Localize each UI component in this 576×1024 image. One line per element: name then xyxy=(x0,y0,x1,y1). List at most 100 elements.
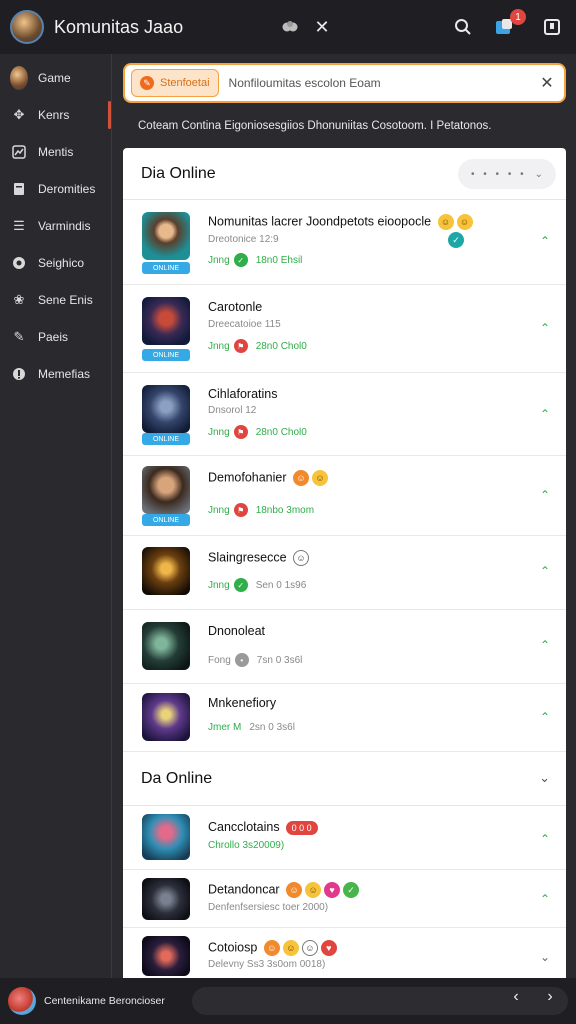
document-icon xyxy=(10,180,28,198)
chart-icon xyxy=(10,143,28,161)
member-row[interactable]: Detandoncar ☺ ☺ ♥ ✓ Denfenfsersiesc toer 20… xyxy=(123,870,566,928)
sidebar-item-label: Seighico xyxy=(38,256,85,270)
status-pill: 0 0 0 xyxy=(285,820,318,835)
bottom-bar: Centenikame Beroncioser ‹ › xyxy=(0,978,576,1024)
member-row[interactable]: Cancclotains 0 0 0 Chrollo 3s20009) ⌃ xyxy=(123,806,566,870)
expand-icon[interactable]: ⌃ xyxy=(540,892,550,906)
member-name: Demofohanier ☺ ☺ xyxy=(208,470,328,486)
sidebar: Game ✥ Kenrs Mentis Deromities ☰ Varmind… xyxy=(0,54,112,978)
laugh-emoji-icon: ☺ xyxy=(456,214,473,230)
fire-emoji-icon: ☺ xyxy=(263,940,280,956)
sidebar-item-game[interactable]: Game xyxy=(0,60,111,96)
member-name: Mnkenefiory xyxy=(208,696,277,710)
online-tag: ONLINE xyxy=(142,262,190,274)
section-title: Dia Online xyxy=(141,164,216,182)
member-status: Fong • 7sn 0 3s6l xyxy=(208,653,303,667)
chevron-right-icon[interactable]: › xyxy=(538,988,562,1006)
app-avatar[interactable] xyxy=(10,10,44,44)
leaf-emoji-icon: ✓ xyxy=(343,882,360,898)
status-check-icon: ✓ xyxy=(233,253,248,267)
sidebar-item-paeis[interactable]: ✎ Paeis xyxy=(0,319,111,355)
game-controller-icon[interactable] xyxy=(278,15,302,39)
sidebar-item-kenrs[interactable]: ✥ Kenrs xyxy=(0,97,111,133)
member-status: Jnng ⚑ 28n0 Chol0 xyxy=(208,339,307,353)
pin-icon: ✎ xyxy=(13,329,25,344)
filter-dropdown[interactable]: • • • • • ⌄ xyxy=(458,159,556,189)
fire-emoji-icon: ☺ xyxy=(293,470,309,486)
sidebar-item-varmindis[interactable]: ☰ Varmindis xyxy=(0,208,111,244)
member-avatar xyxy=(142,297,190,345)
sidebar-item-label: Deromities xyxy=(38,182,96,196)
member-row[interactable]: Slaingresecce ☺ Jnng ✓ Sen 0 1s96 ⌃ xyxy=(123,536,566,610)
status-alert-icon: ⚑ xyxy=(233,425,248,439)
member-name: Carotonle xyxy=(208,300,263,314)
member-row[interactable]: Dnonoleat Fong • 7sn 0 3s6l ⌃ xyxy=(123,610,566,684)
sidebar-item-memefias[interactable]: Memefias xyxy=(0,356,111,392)
window-icon[interactable] xyxy=(540,15,564,39)
chevron-down-icon[interactable]: ⌄ xyxy=(540,950,550,964)
member-avatar xyxy=(142,212,190,260)
status-check-icon: ✓ xyxy=(233,578,248,592)
member-subtitle: Dreotonice 12:9 xyxy=(208,234,279,245)
controller-icon: ✥ xyxy=(13,107,25,122)
expand-icon[interactable]: ⌃ xyxy=(540,832,550,846)
sidebar-item-seighico[interactable]: Seighico xyxy=(0,245,111,281)
member-subtitle: Chrollo 3s20009) xyxy=(208,840,285,851)
sidebar-item-label: Memefias xyxy=(38,367,91,381)
sidebar-item-deromities[interactable]: Deromities xyxy=(0,171,111,207)
member-avatar xyxy=(142,814,190,860)
member-name: Slaingresecce ☺ xyxy=(208,550,309,566)
section-header-da-online[interactable]: Da Online ⌄ xyxy=(123,752,566,806)
member-row[interactable]: ONLINE Demofohanier ☺ ☺ Jnng ⚑ 18nbo 3mom … xyxy=(123,456,566,536)
member-avatar xyxy=(142,466,190,514)
section-title: Da Online xyxy=(141,769,213,787)
clear-search-icon[interactable]: ✕ xyxy=(536,73,558,93)
user-avatar[interactable] xyxy=(8,987,36,1015)
chevron-down-icon[interactable]: ⌄ xyxy=(539,770,550,786)
member-row[interactable]: Mnkenefiory Jmer M 2sn 0 3s6l ⌃ xyxy=(123,684,566,752)
sidebar-item-label: Sene Enis xyxy=(38,293,93,307)
member-row[interactable]: ONLINE Nomunitas lacrer Joondpetots eioo… xyxy=(123,200,566,285)
search-icon[interactable] xyxy=(451,15,475,39)
section-header-online: Dia Online • • • • • ⌄ xyxy=(123,148,566,200)
member-subtitle: Denfenfsersiesc toer 2000) xyxy=(208,902,329,913)
chip-icon: ✎ xyxy=(140,76,154,90)
search-input[interactable] xyxy=(228,76,536,90)
member-avatar xyxy=(142,693,190,741)
sidebar-item-label: Paeis xyxy=(38,330,69,344)
member-name: Cihlaforatins xyxy=(208,387,278,401)
member-avatar xyxy=(142,622,190,670)
member-status: Jnng ⚑ 28n0 Chol0 xyxy=(208,425,307,439)
chevron-down-icon: ⌄ xyxy=(534,168,543,180)
sidebar-item-label: Game xyxy=(38,71,71,85)
avatar xyxy=(10,66,28,90)
close-icon[interactable]: ✕ xyxy=(310,15,334,39)
expand-icon[interactable]: ⌃ xyxy=(540,407,550,421)
expand-icon[interactable]: ⌃ xyxy=(540,710,550,724)
member-name: Cotoiosp ☺ ☺ ☺ ♥ xyxy=(208,940,337,956)
heart-emoji-icon: ♥ xyxy=(324,882,341,898)
people-icon: ❀ xyxy=(13,292,25,307)
member-row[interactable]: Cotoiosp ☺ ☺ ☺ ♥ Delevny Ss3 3s0om 0018) ⌄ xyxy=(123,928,566,978)
member-status: Jnng ✓ 18n0 Ehsil xyxy=(208,253,303,267)
chevron-left-icon[interactable]: ‹ xyxy=(504,988,528,1006)
filter-chip[interactable]: ✎ Stenfoetai xyxy=(131,69,219,97)
expand-icon[interactable]: ⌃ xyxy=(540,638,550,652)
app-title: Komunitas Jaao xyxy=(54,16,184,37)
expand-icon[interactable]: ⌃ xyxy=(540,564,550,578)
status-offline-icon: • xyxy=(234,653,249,667)
member-row[interactable]: ONLINE Carotonle Dreecatoioe 115 Jnng ⚑ 2… xyxy=(123,285,566,373)
notifications-icon[interactable]: 1 xyxy=(492,9,526,39)
member-status: Jnng ✓ Sen 0 1s96 xyxy=(208,578,307,592)
member-row[interactable]: ONLINE Cihlaforatins Dnsorol 12 Jnng ⚑ 28… xyxy=(123,373,566,456)
sidebar-item-mentis[interactable]: Mentis xyxy=(0,134,111,170)
sidebar-item-label: Kenrs xyxy=(38,108,70,122)
expand-icon[interactable]: ⌃ xyxy=(540,234,550,248)
member-name: Nomunitas lacrer Joondpetots eioopocle ☺… xyxy=(208,214,473,230)
list-icon: ☰ xyxy=(13,218,25,233)
member-avatar xyxy=(142,878,190,920)
sidebar-item-sene-enis[interactable]: ❀ Sene Enis xyxy=(0,282,111,318)
expand-icon[interactable]: ⌃ xyxy=(540,321,550,335)
expand-icon[interactable]: ⌃ xyxy=(540,488,550,502)
status-alert-icon: ⚑ xyxy=(233,503,248,517)
